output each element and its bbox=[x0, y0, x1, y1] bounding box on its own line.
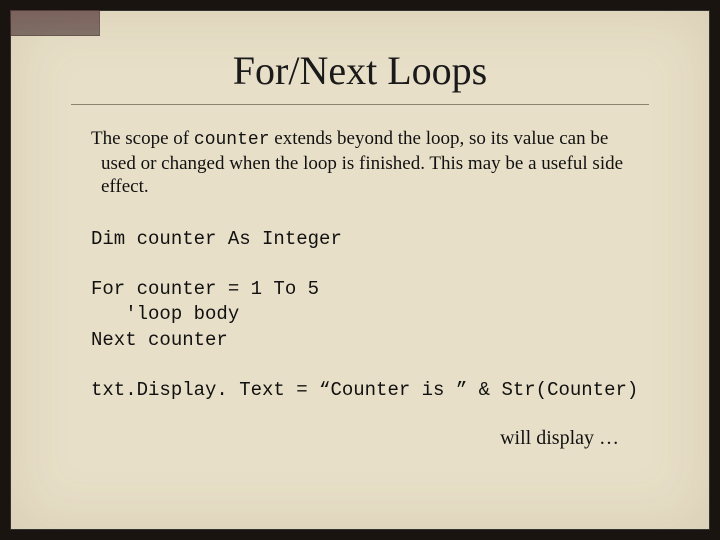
slide: For/Next Loops The scope of counter exte… bbox=[10, 10, 710, 530]
slide-title: For/Next Loops bbox=[61, 47, 659, 94]
paragraph-pre: The scope of bbox=[91, 128, 194, 149]
code-output: txt.Display. Text = “Counter is ” & Str(… bbox=[91, 378, 629, 404]
code-declaration: Dim counter As Integer bbox=[91, 227, 629, 253]
corner-decoration bbox=[10, 10, 100, 36]
title-rule bbox=[71, 104, 649, 105]
body-paragraph: The scope of counter extends beyond the … bbox=[91, 127, 629, 199]
footer-text: will display … bbox=[61, 427, 619, 450]
paragraph-inline-code: counter bbox=[194, 130, 270, 150]
code-loop: For counter = 1 To 5 'loop body Next cou… bbox=[91, 277, 629, 354]
